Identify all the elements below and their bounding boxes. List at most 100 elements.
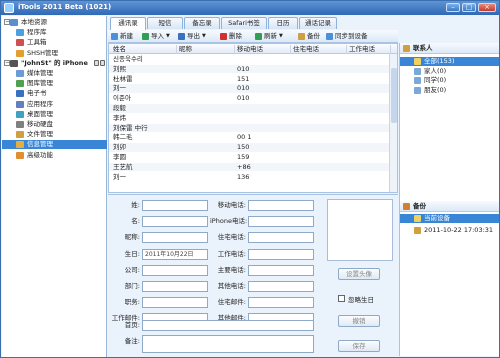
backup-item[interactable]: 当前设备 xyxy=(400,214,499,223)
table-header: 姓名 昵称 移动电话 住宅电话 工作电话 xyxy=(109,44,397,54)
table-row[interactable]: 刘一 136 xyxy=(109,173,390,182)
form-field[interactable] xyxy=(142,216,208,228)
sidebar-item-app-library-1[interactable]: 程序库 xyxy=(2,28,107,37)
table-row[interactable]: 李炜 xyxy=(109,114,390,123)
group-label: 家人(0) xyxy=(424,66,447,75)
contact-group-item[interactable]: 同学(0) xyxy=(400,76,499,85)
tab-5[interactable]: 通话记录 xyxy=(299,17,337,29)
table-scrollbar[interactable] xyxy=(389,54,397,192)
ignore-birthday-checkbox[interactable] xyxy=(338,295,345,302)
tab-3[interactable]: Safari书签 xyxy=(221,17,267,29)
column-header[interactable]: 移动电话 xyxy=(235,45,291,54)
tab-1[interactable]: 短信 xyxy=(147,17,183,29)
homepage-field[interactable] xyxy=(142,320,314,331)
sidebar-item-ebook-7[interactable]: 电子书 xyxy=(2,89,107,98)
column-header[interactable]: 工作电话 xyxy=(347,45,391,54)
sidebar-item-disk-10[interactable]: 移动硬盘 xyxy=(2,120,107,129)
eject-icon[interactable] xyxy=(100,59,105,66)
contact-group-item[interactable]: 朋友(0) xyxy=(400,85,499,95)
save-button[interactable]: 保存 xyxy=(338,340,380,352)
table-row[interactable]: 刘熙 010 xyxy=(109,64,390,74)
form-field[interactable] xyxy=(248,216,314,228)
toolbox-icon xyxy=(16,39,24,47)
table-cell: 010 xyxy=(237,84,250,93)
cancel-button[interactable]: 撤销 xyxy=(338,315,380,327)
form-label: 移动电话: xyxy=(217,201,246,209)
tab-4[interactable]: 日历 xyxy=(268,17,298,29)
table-row[interactable]: 刘卯 150 xyxy=(109,143,390,152)
table-row[interactable]: 李圆 159 xyxy=(109,153,390,162)
form-label: 生日: xyxy=(124,249,140,258)
form-field[interactable] xyxy=(142,200,208,211)
scrollbar-thumb[interactable] xyxy=(391,68,397,123)
column-header[interactable]: 昵称 xyxy=(177,45,235,54)
form-field[interactable] xyxy=(142,297,208,309)
sidebar-item-shsh-3[interactable]: SHSH管理 xyxy=(2,49,107,58)
sidebar-item-advanced-13[interactable]: 高级功能 xyxy=(2,151,107,160)
maximize-button[interactable]: □ xyxy=(462,3,476,12)
device-icon xyxy=(414,215,421,222)
sidebar-item-computer-0[interactable]: − 本地资源 xyxy=(2,18,107,27)
form-label: 住宅电话: xyxy=(217,233,246,242)
table-cell: 刘一 xyxy=(113,172,126,181)
table-cell: 段毅 xyxy=(113,104,126,112)
table-row[interactable]: 이준아 010 xyxy=(109,94,390,103)
backup-item[interactable]: 2011-10-22 17:03:31 xyxy=(400,226,499,235)
sidebar-item-folder-11[interactable]: 文件管理 xyxy=(2,130,107,139)
close-button[interactable]: × xyxy=(478,3,496,12)
tab-2[interactable]: 备忘录 xyxy=(184,17,220,29)
table-row[interactable]: 杜林雷 151 xyxy=(109,75,390,84)
toolbar-label: 导出 xyxy=(187,32,200,40)
form-label: 姓: xyxy=(131,201,140,209)
sidebar-item-contacts-12[interactable]: 信息管理 xyxy=(2,140,107,150)
itools-logo-icon xyxy=(4,3,14,13)
form-field[interactable] xyxy=(248,248,314,260)
chevron-down-icon[interactable]: ▼ xyxy=(279,32,283,41)
minimize-button[interactable]: – xyxy=(446,3,460,12)
sidebar-item-desktop-9[interactable]: 桌面管理 xyxy=(2,110,107,119)
sidebar-item-media-5[interactable]: 媒体管理 xyxy=(2,69,107,78)
table-row[interactable]: 刘保雷 中行 xyxy=(109,123,390,133)
form-label: 部门: xyxy=(124,282,140,290)
form-field[interactable] xyxy=(248,297,314,309)
table-row[interactable]: 韩二毛 00 1 xyxy=(109,133,390,142)
table-cell: 이준아 xyxy=(113,94,131,103)
table-cell: 150 xyxy=(237,143,250,152)
column-header[interactable]: 住宅电话 xyxy=(291,45,347,54)
sidebar-item-iphone-4[interactable]: − "JohnSt" 的 iPhone xyxy=(2,59,107,68)
table-row[interactable]: 段毅 xyxy=(109,104,390,113)
sidebar-item-apps-8[interactable]: 应用程序 xyxy=(2,100,107,109)
table-cell: 00 1 xyxy=(237,133,252,142)
app-window: iTools 2011 Beta (1021) – □ × − 本地资源 程序库 工具… xyxy=(0,0,500,358)
toolbar-label: 同步到设备 xyxy=(335,32,368,40)
chevron-down-icon[interactable]: ▼ xyxy=(166,32,170,41)
form-field[interactable] xyxy=(248,264,314,276)
title-bar[interactable]: iTools 2011 Beta (1021) – □ × xyxy=(1,1,499,15)
sidebar-tree: − 本地资源 程序库 工具箱 SHSH管理 − "JohnSt" 的 iPhone 媒体管理图… xyxy=(2,16,107,357)
form-field[interactable] xyxy=(248,232,314,244)
set-photo-button[interactable]: 设置头像 xyxy=(338,268,380,280)
form-field[interactable] xyxy=(142,264,208,276)
table-row[interactable]: 신종욱수리 xyxy=(109,55,390,64)
iphone-icon xyxy=(10,59,18,67)
sidebar-item-label: 电子书 xyxy=(27,89,47,98)
sidebar-item-photo-library-6[interactable]: 图库管理 xyxy=(2,79,107,88)
form-field[interactable] xyxy=(248,281,314,292)
form-field[interactable] xyxy=(142,281,208,292)
contact-group-item[interactable]: 全部(153) xyxy=(400,57,499,66)
notes-field[interactable] xyxy=(142,335,314,353)
contacts-table: 姓名 昵称 移动电话 住宅电话 工作电话 신종욱수리 刘熙 010 杜林雷 151 刘一 010 이준… xyxy=(108,43,398,193)
column-header[interactable]: 姓名 xyxy=(111,45,177,54)
form-field[interactable] xyxy=(248,200,314,211)
sidebar-item-toolbox-2[interactable]: 工具箱 xyxy=(2,38,107,47)
form-field[interactable]: 2011年10月22日 xyxy=(142,248,208,260)
group-label: 朋友(0) xyxy=(424,85,447,94)
tab-0[interactable]: 通讯录 xyxy=(110,17,146,30)
form-field[interactable] xyxy=(142,232,208,244)
contact-group-item[interactable]: 家人(0) xyxy=(400,66,499,76)
sidebar-item-label: 应用程序 xyxy=(27,99,53,108)
chevron-down-icon[interactable]: ▼ xyxy=(202,32,206,41)
table-row[interactable]: 王艺航 +86 xyxy=(109,162,390,172)
form-label: 主要电话: xyxy=(217,265,246,274)
table-row[interactable]: 刘一 010 xyxy=(109,84,390,93)
